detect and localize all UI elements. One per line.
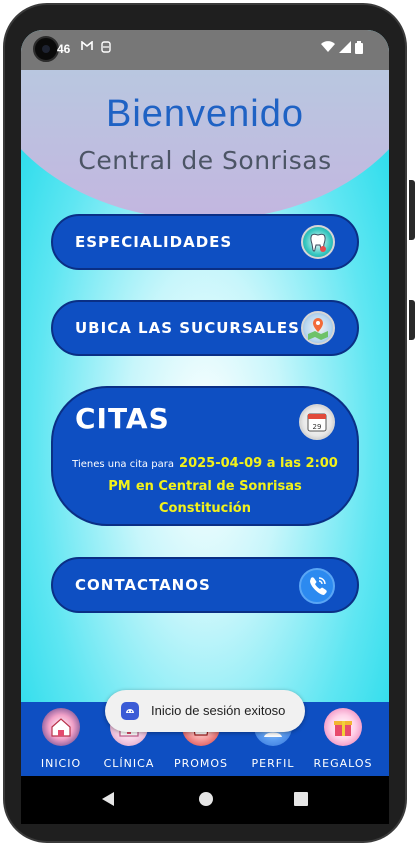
power-button xyxy=(409,300,415,340)
volume-button xyxy=(409,180,415,240)
login-success-toast: Inicio de sesión exitoso xyxy=(105,690,305,732)
nav-inicio-label: INICIO xyxy=(40,757,82,770)
back-icon[interactable] xyxy=(101,791,115,811)
system-navigation-bar xyxy=(21,776,389,824)
map-location-icon xyxy=(301,311,335,345)
status-time: 46 xyxy=(57,42,71,56)
citas-message: Tienes una cita para 2025-04-09 a las 2:… xyxy=(63,452,347,519)
tooth-icon xyxy=(301,225,335,259)
gift-icon xyxy=(324,708,362,746)
home-button-icon[interactable] xyxy=(198,791,214,811)
phone-icon xyxy=(299,568,335,604)
citas-title: CITAS xyxy=(75,402,170,435)
android-icon xyxy=(121,702,139,720)
wifi-icon xyxy=(321,41,335,56)
nav-regalos-label: REGALOS xyxy=(313,757,373,770)
toast-text: Inicio de sesión exitoso xyxy=(151,703,286,718)
citas-card[interactable]: CITAS 29 Tienes una cita para 2025-04-09… xyxy=(51,386,359,526)
front-camera xyxy=(33,36,59,62)
nav-promos-label: PROMOS xyxy=(173,757,229,770)
gmail-icon xyxy=(81,40,93,54)
welcome-title: Bienvenido xyxy=(105,93,305,135)
phone-frame: 46 Bienvenido Central de Sonrisas ESPECI… xyxy=(0,0,415,847)
data-saver-icon xyxy=(101,41,111,56)
nav-inicio[interactable]: INICIO xyxy=(25,708,97,770)
home-icon xyxy=(42,708,80,746)
nav-perfil-label: PERFIL xyxy=(251,757,295,770)
status-bar: 46 xyxy=(21,30,389,70)
clinic-name-subtitle: Central de Sonrisas xyxy=(78,146,332,175)
calendar-day: 29 xyxy=(313,423,322,431)
nav-clinica-label: CLÍNICA xyxy=(103,757,155,770)
sucursales-button[interactable]: UBICA LAS SUCURSALES xyxy=(51,300,359,356)
recents-icon[interactable] xyxy=(294,791,308,810)
contacto-label: CONTACTANOS xyxy=(75,576,211,594)
calendar-icon: 29 xyxy=(299,404,335,440)
signal-icon xyxy=(339,41,351,56)
especialidades-label: ESPECIALIDADES xyxy=(75,233,233,251)
especialidades-button[interactable]: ESPECIALIDADES xyxy=(51,214,359,270)
app-screen: 46 Bienvenido Central de Sonrisas ESPECI… xyxy=(21,30,389,776)
appointment-location: en Central de Sonrisas Constitución xyxy=(135,479,302,516)
sucursales-label: UBICA LAS SUCURSALES xyxy=(75,319,300,337)
contacto-button[interactable]: CONTACTANOS xyxy=(51,557,359,613)
nav-regalos[interactable]: REGALOS xyxy=(307,708,379,770)
battery-icon xyxy=(355,41,363,57)
citas-message-prefix: Tienes una cita para xyxy=(72,459,174,470)
